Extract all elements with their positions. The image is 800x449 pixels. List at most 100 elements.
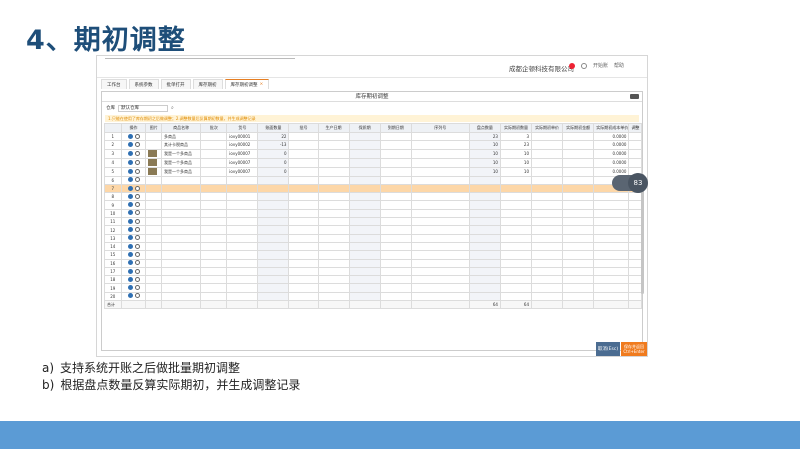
table-cell[interactable] <box>468 233 501 243</box>
table-row[interactable]: 20 <box>104 291 642 302</box>
table-cell[interactable] <box>468 183 501 194</box>
remove-row-icon[interactable] <box>134 293 140 299</box>
panel-toggle-button[interactable] <box>630 94 639 99</box>
remove-row-icon[interactable] <box>134 243 140 249</box>
add-row-icon[interactable] <box>127 260 133 266</box>
table-row[interactable]: 9 <box>104 200 642 210</box>
remove-row-icon[interactable] <box>134 202 140 208</box>
column-header[interactable]: 操作 <box>120 123 147 133</box>
remove-row-icon[interactable] <box>134 150 140 156</box>
table-cell[interactable] <box>468 258 501 268</box>
remove-row-icon[interactable] <box>134 268 140 274</box>
add-row-icon[interactable] <box>127 243 133 249</box>
add-row-icon[interactable] <box>127 285 133 291</box>
count-qty[interactable]: 10 <box>468 140 501 150</box>
add-row-icon[interactable] <box>127 235 133 241</box>
table-row[interactable]: 12 <box>104 225 642 235</box>
storage-select[interactable]: 默认仓库 <box>118 104 168 112</box>
column-header[interactable]: 到期日期 <box>379 123 412 133</box>
tab-workbench[interactable]: 工作台 <box>101 79 127 89</box>
add-row-icon[interactable] <box>127 193 133 199</box>
table-row[interactable]: 5 我是一个多商品 iovy00007 0 10 10 0.0000 <box>104 166 642 177</box>
header-item-1[interactable]: 帮助 <box>614 62 624 69</box>
column-header[interactable]: 实际期初成本单价 <box>593 123 630 133</box>
column-header[interactable]: 货号 <box>226 123 259 133</box>
add-row-icon[interactable] <box>127 251 133 257</box>
add-row-icon[interactable] <box>127 218 133 224</box>
count-qty[interactable]: 10 <box>468 166 501 177</box>
table-row[interactable]: 10 <box>104 208 642 219</box>
remove-row-icon[interactable] <box>134 210 140 216</box>
table-row[interactable]: 15 <box>104 250 642 260</box>
column-header[interactable]: 图片 <box>145 123 162 133</box>
add-row-icon[interactable] <box>127 168 133 174</box>
table-row[interactable]: 17 <box>104 266 642 277</box>
column-header[interactable]: 批号 <box>288 123 319 133</box>
table-row[interactable]: 7 <box>104 183 642 194</box>
remove-row-icon[interactable] <box>134 185 140 191</box>
remove-row-icon[interactable] <box>134 133 140 139</box>
remove-row-icon[interactable] <box>134 159 140 165</box>
remove-row-icon[interactable] <box>134 141 140 147</box>
column-header[interactable]: 生产日期 <box>317 123 350 133</box>
close-icon[interactable]: × <box>260 82 264 87</box>
column-header[interactable]: 实际期初单价 <box>531 123 564 133</box>
table-row[interactable]: 13 <box>104 233 642 243</box>
remove-row-icon[interactable] <box>134 218 140 224</box>
column-header[interactable]: 序列号 <box>410 123 470 133</box>
table-cell[interactable] <box>468 241 501 252</box>
tab-batch[interactable]: 批单打开 <box>160 79 191 89</box>
column-header[interactable]: 保质期 <box>348 123 381 133</box>
table-cell[interactable] <box>468 250 501 260</box>
table-cell[interactable] <box>468 291 501 302</box>
add-row-icon[interactable] <box>127 210 133 216</box>
help-icon[interactable] <box>581 62 587 69</box>
add-row-icon[interactable] <box>127 141 133 147</box>
table-cell[interactable] <box>468 217 501 227</box>
add-row-icon[interactable] <box>127 276 133 282</box>
add-row-icon[interactable] <box>127 185 133 191</box>
table-row[interactable]: 2 其计卡税商品 iovy00002 -13 10 23 0.0000 <box>104 140 642 150</box>
table-cell[interactable] <box>468 200 501 210</box>
add-row-icon[interactable] <box>127 227 133 233</box>
remove-row-icon[interactable] <box>134 251 140 257</box>
add-row-icon[interactable] <box>127 133 133 139</box>
count-qty[interactable]: 10 <box>468 148 501 159</box>
table-row[interactable]: 3 我是一个多商品 iovy00007 0 10 10 0.0000 <box>104 148 642 159</box>
column-header[interactable]: 实际期初金额 <box>562 123 595 133</box>
column-header[interactable]: 调整 <box>628 123 642 133</box>
column-header[interactable]: 实际期初数量 <box>499 123 533 133</box>
table-row[interactable]: 19 <box>104 283 642 293</box>
search-icon[interactable]: ⌕ <box>171 105 174 111</box>
remove-row-icon[interactable] <box>134 235 140 241</box>
table-row[interactable]: 16 <box>104 258 642 268</box>
add-row-icon[interactable] <box>127 293 133 299</box>
table-cell[interactable] <box>468 266 501 277</box>
add-row-icon[interactable] <box>127 268 133 274</box>
add-row-icon[interactable] <box>127 202 133 208</box>
tab-stock-initial[interactable]: 库存期初 <box>192 79 223 89</box>
table-row[interactable]: 1 多商品 iovy00001 22 23 3 0.0000 <box>104 131 642 142</box>
table-row[interactable]: 6 <box>104 175 642 185</box>
remove-row-icon[interactable] <box>134 285 140 291</box>
column-header[interactable]: 商品名称 <box>160 123 202 133</box>
cancel-button[interactable]: 取消(Esc) <box>596 342 620 356</box>
save-return-button[interactable]: 保存并返回 Ctrl+Enter <box>621 342 647 356</box>
header-item-0[interactable]: 开始账 <box>593 62 608 69</box>
add-row-icon[interactable] <box>127 150 133 156</box>
count-qty[interactable]: 10 <box>468 157 501 168</box>
column-header[interactable]: 批次 <box>200 123 228 133</box>
column-header[interactable]: 盘点数量 <box>468 123 501 133</box>
table-cell[interactable] <box>468 175 501 185</box>
column-header[interactable]: 账面数量 <box>257 123 290 133</box>
remove-row-icon[interactable] <box>134 276 140 282</box>
table-cell[interactable] <box>468 275 501 285</box>
table-row[interactable]: 8 <box>104 192 642 202</box>
column-header[interactable] <box>104 123 122 133</box>
remove-row-icon[interactable] <box>134 168 140 174</box>
table-row[interactable]: 14 <box>104 241 642 252</box>
table-row[interactable]: 11 <box>104 217 642 227</box>
table-cell[interactable] <box>468 208 501 219</box>
table-row[interactable]: 18 <box>104 275 642 285</box>
notification-icon[interactable] <box>569 62 575 69</box>
